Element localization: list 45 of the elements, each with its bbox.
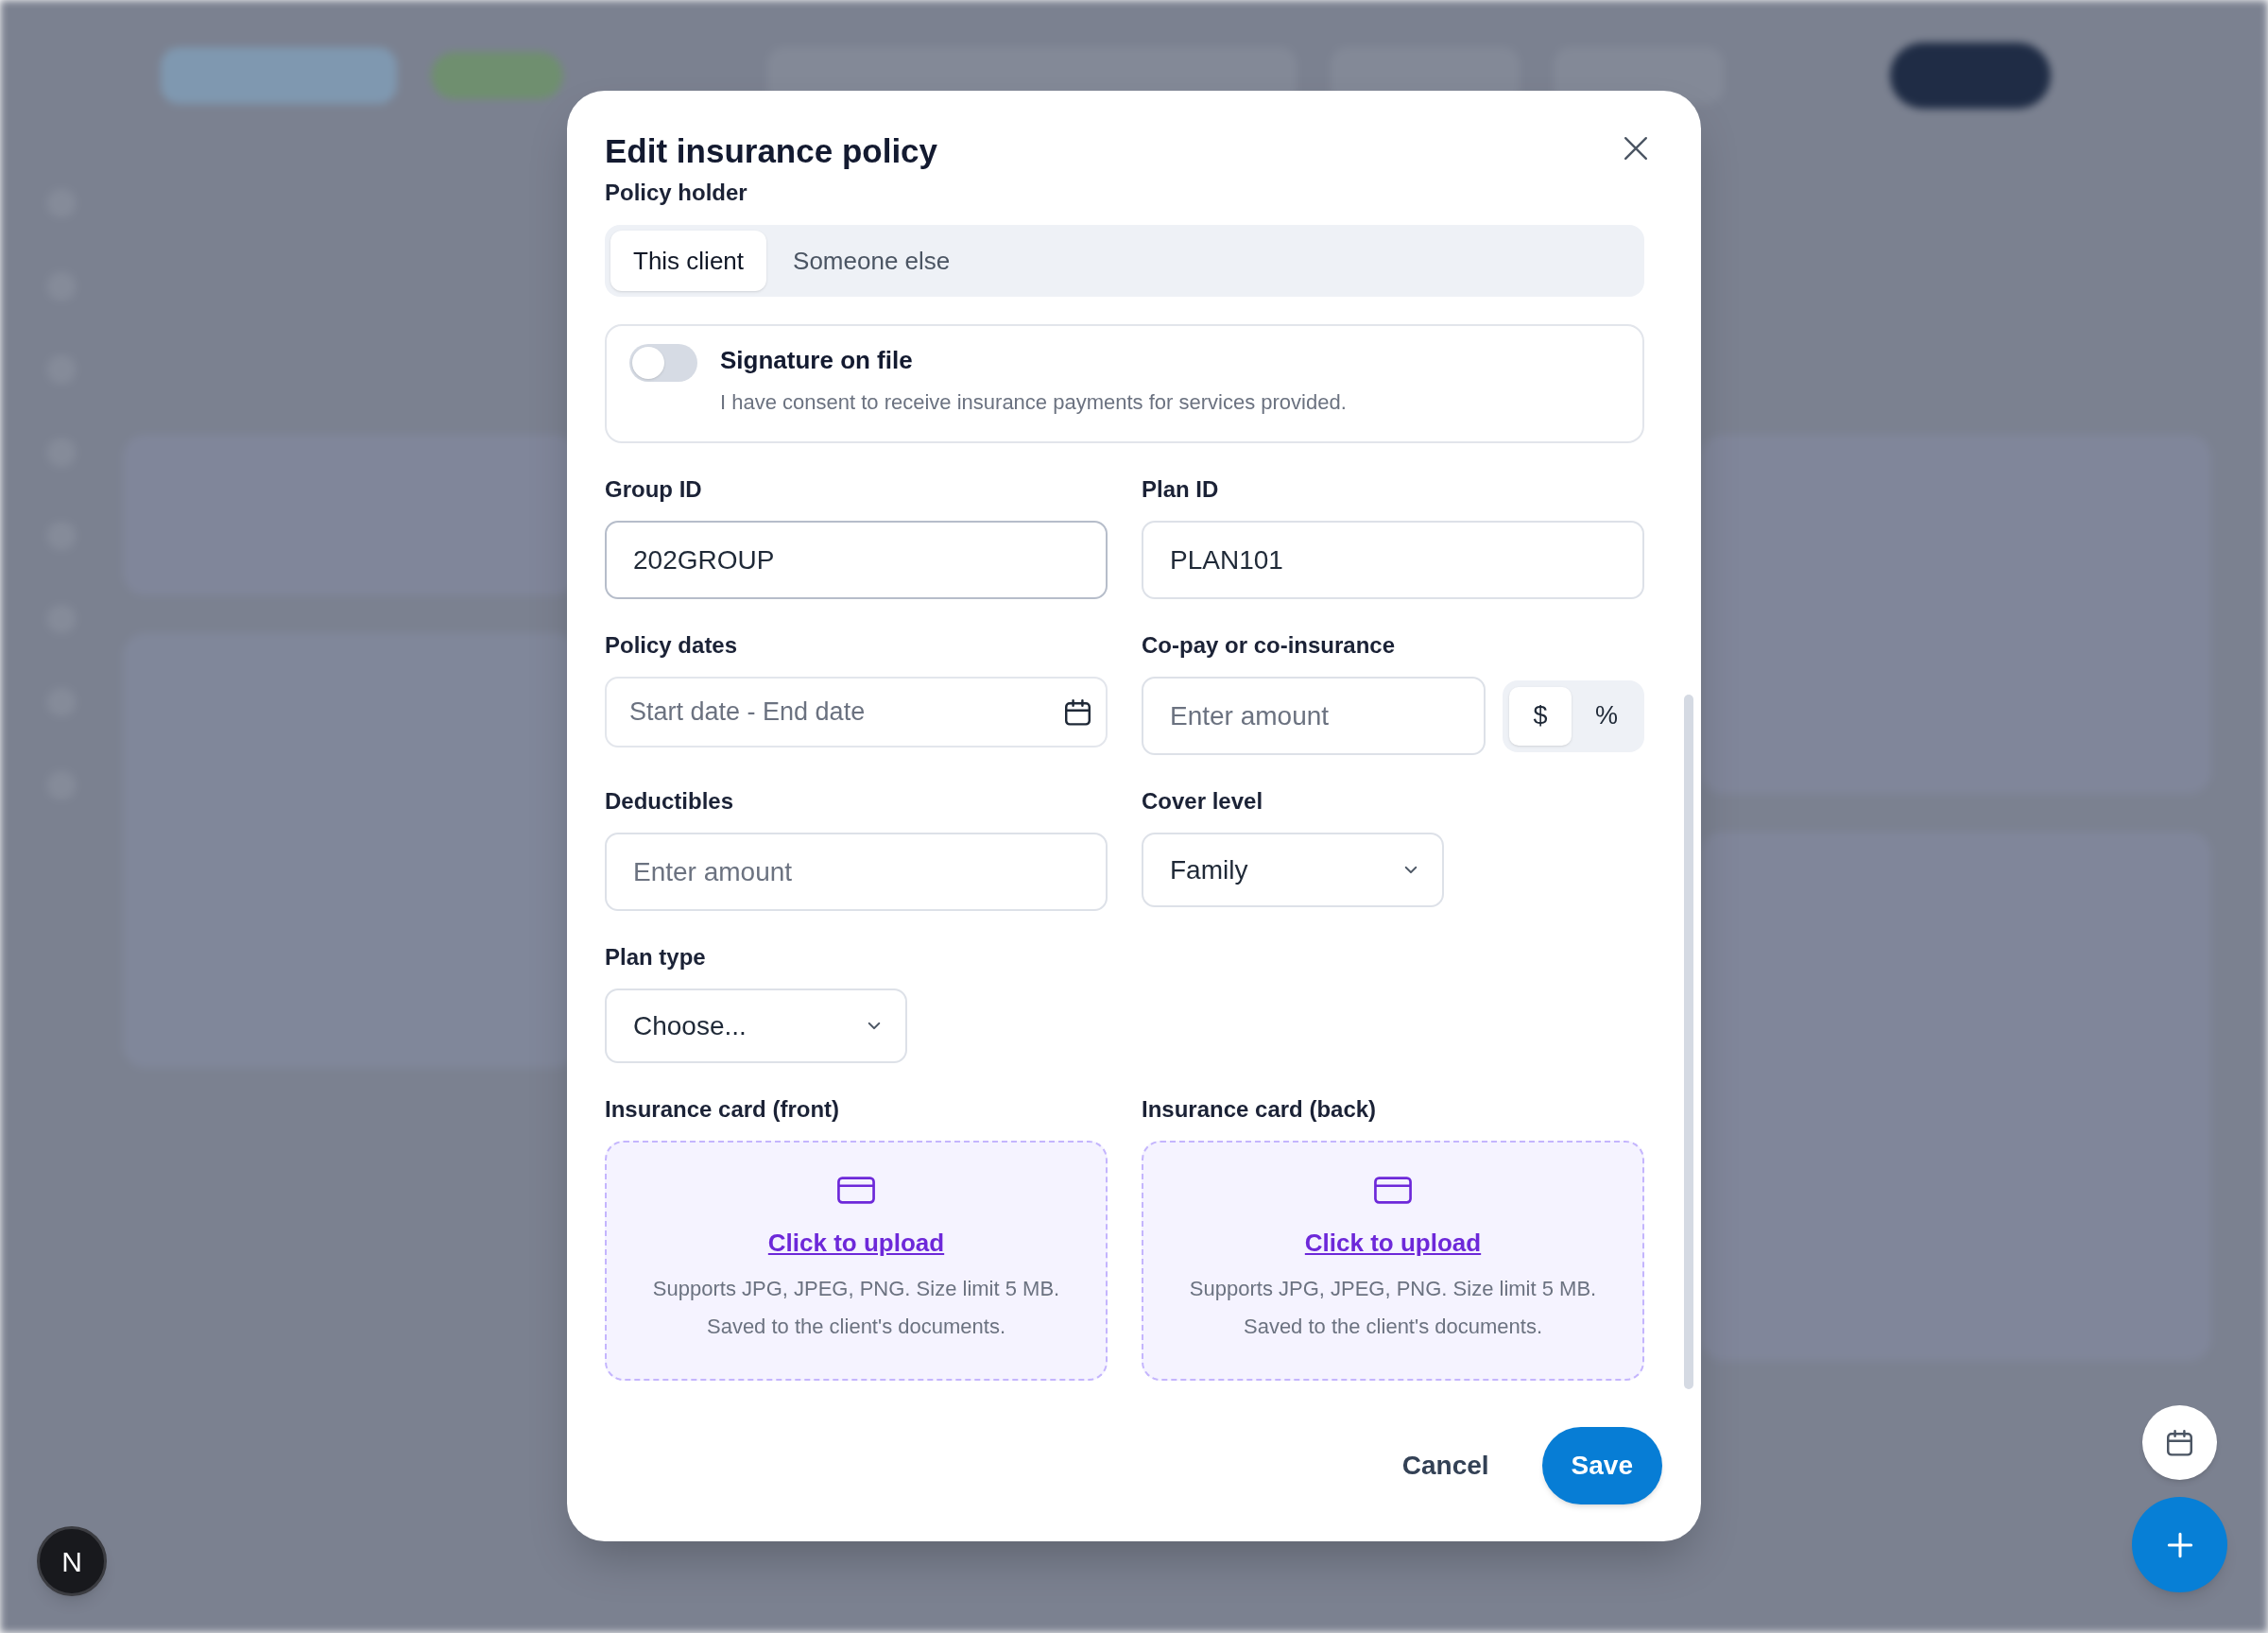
unit-option[interactable]: $: [1509, 686, 1572, 746]
signature-title: Signature on file: [720, 345, 914, 376]
field-label: Co-pay or co-insurance: [1142, 632, 1396, 659]
cancel-button[interactable]: Cancel: [1401, 1446, 1489, 1486]
segment-tab[interactable]: Someone else: [770, 231, 973, 291]
field-label: Policy dates: [605, 632, 738, 659]
calendar-icon: [2167, 1429, 2192, 1456]
field-label: Group ID: [605, 476, 702, 503]
toggle-switch[interactable]: [629, 344, 697, 382]
upload-hint: Supports JPG, JPEG, PNG. Size limit 5 MB.: [1189, 1276, 1597, 1302]
credit-card-icon: [837, 1177, 875, 1204]
amount-input[interactable]: Enter amount: [1142, 677, 1486, 755]
upload-hint: Saved to the client's documents.: [706, 1314, 1005, 1340]
upload-dropzone[interactable]: Click to upload Supports JPG, JPEG, PNG. Size limit 5 MB. Saved to the client's documents.: [605, 1141, 1108, 1381]
upload-dropzone[interactable]: Click to upload Supports JPG, JPEG, PNG. Size limit 5 MB. Saved to the client's documents.: [1142, 1141, 1644, 1381]
upload-link[interactable]: Click to upload: [1304, 1228, 1482, 1258]
text-input[interactable]: Enter amount: [605, 833, 1108, 911]
upload-hint: Supports JPG, JPEG, PNG. Size limit 5 MB.: [652, 1276, 1060, 1302]
text-input[interactable]: PLAN101: [1142, 521, 1644, 599]
signature-description: I have consent to receive insurance payments for services provided.: [720, 389, 1347, 416]
credit-card-icon: [1374, 1177, 1412, 1204]
segment-tab[interactable]: This client: [610, 231, 767, 291]
select-dropdown[interactable]: Family: [1142, 833, 1444, 907]
dialog-title: Edit insurance policy: [605, 131, 938, 171]
unit-option[interactable]: %: [1575, 686, 1638, 746]
save-button[interactable]: Save: [1541, 1427, 1662, 1504]
text-input[interactable]: 202GROUP: [605, 521, 1108, 599]
select-dropdown[interactable]: Choose...: [605, 988, 907, 1063]
date-range-input[interactable]: Start date - End date: [605, 677, 1108, 748]
field-label: Policy holder: [605, 180, 748, 206]
field-label: Deductibles: [605, 788, 734, 815]
field-label: Plan ID: [1142, 476, 1219, 503]
plus-icon: [2166, 1531, 2193, 1558]
calendar-icon: [1065, 698, 1091, 726]
chevron-down-icon: [868, 1022, 881, 1030]
field-label: Insurance card (back): [1142, 1096, 1378, 1123]
chevron-down-icon: [1404, 866, 1418, 874]
field-label: Cover level: [1142, 788, 1263, 815]
close-button[interactable]: [1624, 136, 1648, 161]
upload-link[interactable]: Click to upload: [767, 1228, 945, 1258]
close-icon: [1624, 136, 1648, 161]
field-label: Insurance card (front): [605, 1096, 841, 1123]
field-label: Plan type: [605, 944, 706, 971]
scrollbar[interactable]: [1684, 695, 1693, 1389]
upload-hint: Saved to the client's documents.: [1243, 1314, 1542, 1340]
